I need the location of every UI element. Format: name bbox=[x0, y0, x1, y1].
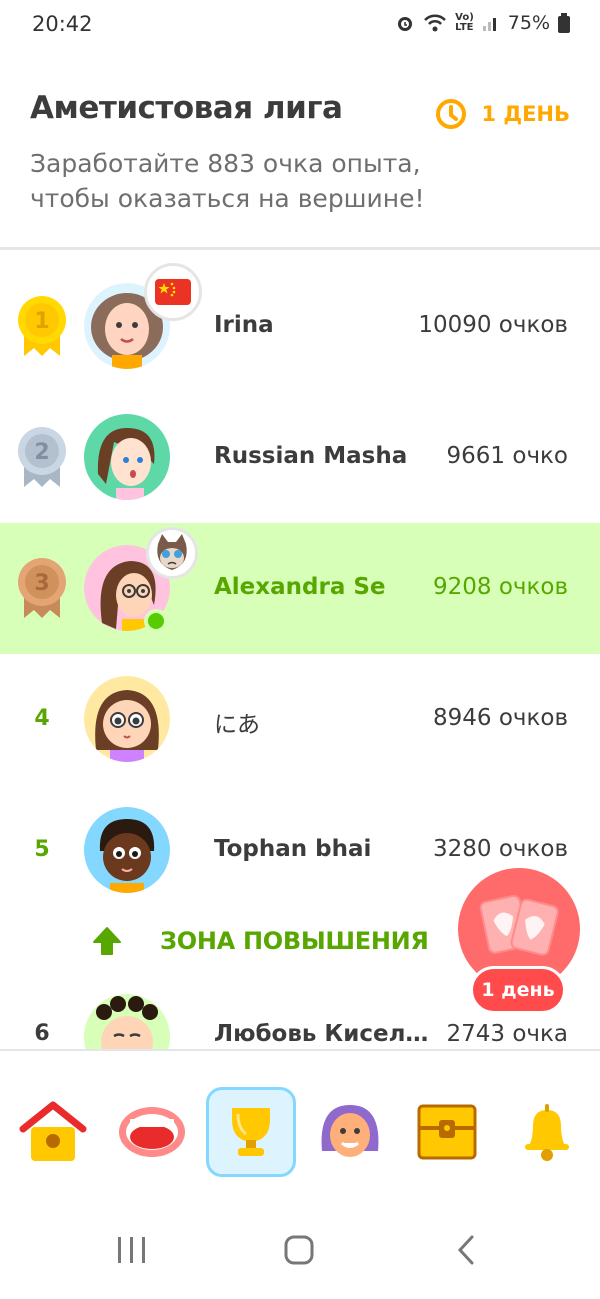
online-indicator bbox=[144, 609, 168, 633]
avatar bbox=[84, 414, 170, 500]
rank-number: 3 bbox=[34, 571, 49, 596]
home-icon bbox=[19, 1101, 87, 1161]
cat-badge bbox=[146, 527, 198, 579]
avatar bbox=[84, 676, 170, 762]
tab-notifications[interactable] bbox=[502, 1087, 592, 1177]
alarm-icon bbox=[398, 17, 413, 31]
tab-home[interactable] bbox=[8, 1087, 98, 1177]
bronze-medal-icon: 3 bbox=[18, 558, 66, 618]
cat-icon bbox=[157, 534, 187, 570]
leaderboard-row[interactable]: 1 Irina 10090 очков bbox=[0, 261, 600, 392]
rank-number: 6 bbox=[34, 1021, 50, 1046]
user-name: Russian Masha bbox=[214, 443, 408, 469]
china-flag-icon bbox=[155, 279, 191, 305]
avatar bbox=[84, 807, 170, 893]
leaderboard-row[interactable]: 2 Russian Masha 9661 очко bbox=[0, 392, 600, 523]
clock-icon bbox=[436, 99, 467, 129]
user-score: 2743 очка bbox=[446, 1021, 569, 1047]
user-name: にあ bbox=[214, 712, 260, 738]
promotion-zone: ЗОНА ПОВЫШЕНИЯ bbox=[92, 926, 429, 956]
league-title: Аметистовая лига bbox=[30, 90, 343, 126]
trophy-icon bbox=[232, 1108, 270, 1156]
signal-icon bbox=[482, 18, 496, 31]
rank-number: 2 bbox=[34, 440, 49, 465]
battery-icon bbox=[558, 13, 570, 33]
user-score: 9661 очко bbox=[446, 443, 568, 469]
tab-profile[interactable] bbox=[305, 1087, 395, 1177]
bell-icon bbox=[525, 1104, 569, 1161]
volte-icon: Vo) LTE bbox=[455, 12, 474, 33]
chest-icon bbox=[417, 1104, 477, 1160]
tab-leaderboard[interactable] bbox=[206, 1087, 296, 1177]
user-name: Tophan bhai bbox=[214, 836, 372, 862]
system-nav-bar bbox=[0, 1215, 600, 1299]
battery-level: 75% bbox=[507, 12, 550, 34]
timer-text: 1 ДЕНЬ bbox=[481, 102, 570, 126]
leaderboard-row[interactable]: 4 にあ 8946 очков bbox=[0, 654, 600, 785]
user-score: 8946 очков bbox=[432, 705, 568, 731]
league-subtitle: Заработайте 883 очка опыта, чтобы оказат… bbox=[30, 149, 425, 213]
status-time: 20:42 bbox=[32, 12, 93, 36]
user-score: 9208 очков bbox=[432, 574, 568, 600]
user-score: 3280 очков bbox=[432, 836, 568, 862]
status-icons: Vo) LTE 75% bbox=[395, 12, 570, 34]
user-score: 10090 очков bbox=[418, 312, 568, 338]
wifi-icon bbox=[424, 14, 447, 32]
silver-medal-icon: 2 bbox=[18, 427, 66, 487]
rank-number: 4 bbox=[34, 706, 50, 731]
tab-quests[interactable] bbox=[402, 1087, 492, 1177]
profile-icon bbox=[321, 1105, 379, 1157]
recent-apps-icon[interactable] bbox=[116, 1235, 148, 1265]
chest-timer-label[interactable]: 1 день bbox=[470, 966, 566, 1014]
back-icon[interactable] bbox=[454, 1235, 478, 1265]
divider bbox=[0, 247, 600, 250]
user-name: Irina bbox=[214, 312, 274, 338]
league-timer: 1 ДЕНЬ bbox=[435, 98, 570, 130]
home-button-icon[interactable] bbox=[283, 1235, 315, 1265]
china-flag-badge bbox=[144, 263, 202, 321]
tab-speak[interactable] bbox=[107, 1087, 197, 1177]
user-name: Alexandra Se bbox=[214, 574, 386, 600]
arrow-up-icon bbox=[93, 927, 121, 955]
avatar bbox=[84, 994, 170, 1049]
rank-number: 5 bbox=[34, 837, 50, 862]
status-bar: 20:42 Vo) LTE 75% bbox=[0, 0, 600, 48]
promotion-zone-label: ЗОНА ПОВЫШЕНИЯ bbox=[160, 927, 429, 955]
user-name: Любовь Кисел… bbox=[214, 1021, 429, 1047]
speak-icon bbox=[119, 1107, 185, 1157]
leaderboard-row-current-user[interactable]: 3 Alexandra Se 9208 очков bbox=[0, 523, 600, 654]
bottom-tab-bar bbox=[0, 1049, 600, 1179]
rank-number: 1 bbox=[34, 309, 49, 334]
gold-medal-icon: 1 bbox=[18, 296, 66, 356]
